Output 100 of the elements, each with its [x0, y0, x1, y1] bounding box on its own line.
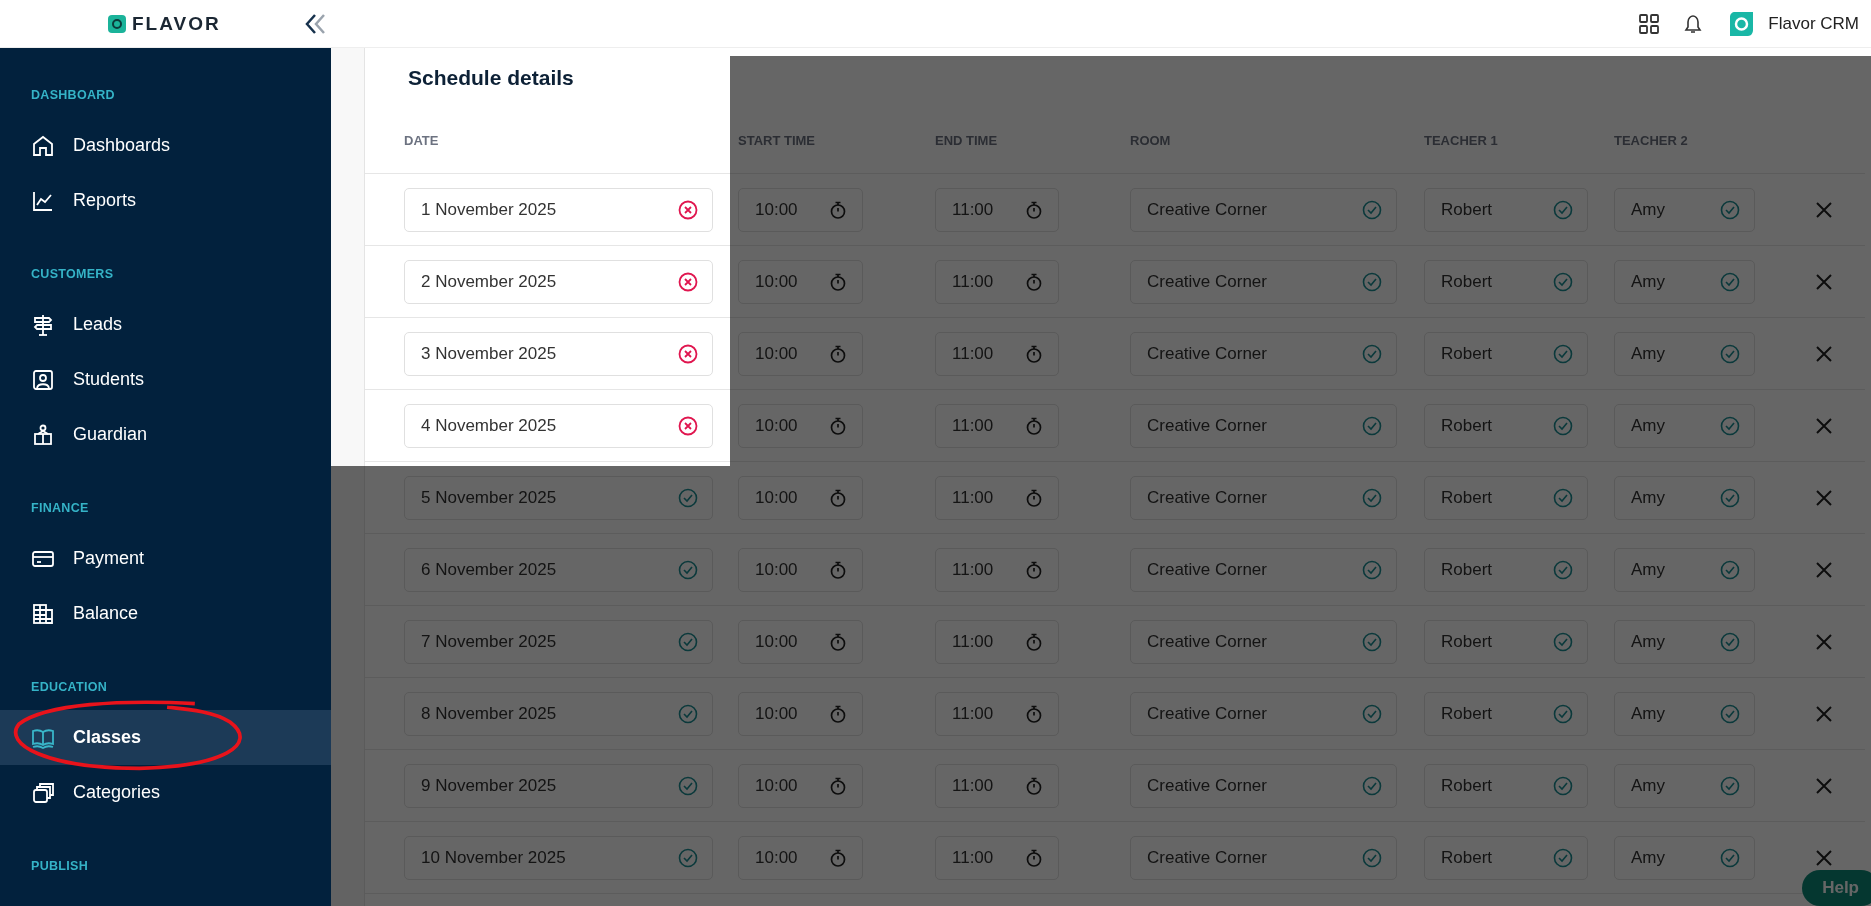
account-name[interactable]: Flavor CRM: [1768, 13, 1859, 34]
teacher-select[interactable]: Amy: [1614, 547, 1755, 592]
teacher-select[interactable]: Robert: [1424, 763, 1588, 808]
sidebar-item[interactable]: Leads: [0, 297, 331, 352]
room-select[interactable]: Creative Corner: [1130, 619, 1397, 664]
date-field[interactable]: 5 November 2025: [404, 475, 713, 520]
room-select[interactable]: Creative Corner: [1130, 835, 1397, 880]
check-circle-icon: [678, 631, 698, 652]
teacher-select[interactable]: Amy: [1614, 187, 1755, 232]
teacher-select[interactable]: Robert: [1424, 619, 1588, 664]
check-circle-icon: [1553, 847, 1573, 868]
time-field[interactable]: 11:00: [935, 547, 1059, 592]
teacher-select[interactable]: Robert: [1424, 547, 1588, 592]
room-select[interactable]: Creative Corner: [1130, 187, 1397, 232]
check-circle-icon: [1362, 703, 1382, 724]
time-field[interactable]: 10:00: [738, 331, 863, 376]
check-circle-icon: [1362, 631, 1382, 652]
close-icon[interactable]: [1815, 344, 1833, 363]
time-field[interactable]: 10:00: [738, 691, 863, 736]
teacher-select[interactable]: Amy: [1614, 619, 1755, 664]
time-field[interactable]: 11:00: [935, 691, 1059, 736]
column-header: END TIME: [935, 133, 998, 148]
teacher-select[interactable]: Amy: [1614, 691, 1755, 736]
date-field[interactable]: 2 November 2025: [404, 259, 713, 304]
date-field[interactable]: 10 November 2025: [404, 835, 713, 880]
date-field[interactable]: 4 November 2025: [404, 403, 713, 448]
sidebar-item[interactable]: Payment: [0, 531, 331, 586]
room-select[interactable]: Creative Corner: [1130, 547, 1397, 592]
close-icon[interactable]: [1815, 560, 1833, 579]
sidebar-item[interactable]: Guardian: [0, 407, 331, 462]
teacher-select[interactable]: Amy: [1614, 475, 1755, 520]
teacher-select[interactable]: Amy: [1614, 403, 1755, 448]
close-icon[interactable]: [1815, 488, 1833, 507]
time-field[interactable]: 11:00: [935, 619, 1059, 664]
close-icon[interactable]: [1815, 848, 1833, 867]
close-icon[interactable]: [1815, 416, 1833, 435]
date-field[interactable]: 9 November 2025: [404, 763, 713, 808]
time-field[interactable]: 10:00: [738, 619, 863, 664]
time-field[interactable]: 10:00: [738, 475, 863, 520]
time-field[interactable]: 10:00: [738, 187, 863, 232]
room-select[interactable]: Creative Corner: [1130, 403, 1397, 448]
teacher-select[interactable]: Robert: [1424, 691, 1588, 736]
time-field[interactable]: 10:00: [738, 259, 863, 304]
stopwatch-icon: [1024, 487, 1044, 508]
room-select[interactable]: Creative Corner: [1130, 331, 1397, 376]
time-field[interactable]: 10:00: [738, 403, 863, 448]
sidebar-item[interactable]: Balance: [0, 586, 331, 641]
close-icon[interactable]: [1815, 272, 1833, 291]
room-select[interactable]: Creative Corner: [1130, 259, 1397, 304]
sidebar-item[interactable]: Dashboards: [0, 118, 331, 173]
check-circle-icon: [678, 559, 698, 580]
check-circle-icon: [1362, 775, 1382, 796]
time-field[interactable]: 11:00: [935, 259, 1059, 304]
teacher-select[interactable]: Amy: [1614, 835, 1755, 880]
date-field[interactable]: 7 November 2025: [404, 619, 713, 664]
close-icon[interactable]: [1815, 200, 1833, 219]
time-field[interactable]: 11:00: [935, 403, 1059, 448]
grid-icon[interactable]: [1638, 12, 1661, 35]
stopwatch-icon: [1024, 199, 1044, 220]
teacher-select[interactable]: Robert: [1424, 403, 1588, 448]
date-field[interactable]: 8 November 2025: [404, 691, 713, 736]
close-icon[interactable]: [1815, 632, 1833, 651]
check-circle-icon: [1362, 487, 1382, 508]
signpost-icon: [31, 312, 55, 337]
teacher-select[interactable]: Amy: [1614, 259, 1755, 304]
time-field[interactable]: 11:00: [935, 763, 1059, 808]
stopwatch-icon: [1024, 847, 1044, 868]
help-button[interactable]: Help: [1802, 870, 1871, 906]
teacher-select[interactable]: Amy: [1614, 763, 1755, 808]
teacher-select[interactable]: Robert: [1424, 835, 1588, 880]
time-field[interactable]: 11:00: [935, 475, 1059, 520]
room-select[interactable]: Creative Corner: [1130, 475, 1397, 520]
people-icon: [31, 422, 55, 447]
teacher-select[interactable]: Robert: [1424, 331, 1588, 376]
teacher-select[interactable]: Amy: [1614, 331, 1755, 376]
column-header: START TIME: [738, 133, 816, 148]
teacher-select[interactable]: Robert: [1424, 259, 1588, 304]
column-header: DATE: [404, 133, 439, 148]
close-icon[interactable]: [1815, 704, 1833, 723]
time-field[interactable]: 11:00: [935, 835, 1059, 880]
room-select[interactable]: Creative Corner: [1130, 763, 1397, 808]
sidebar-item[interactable]: Categories: [0, 765, 331, 820]
time-field[interactable]: 11:00: [935, 331, 1059, 376]
room-select[interactable]: Creative Corner: [1130, 691, 1397, 736]
sidebar-item[interactable]: Reports: [0, 173, 331, 228]
teacher-select[interactable]: Robert: [1424, 187, 1588, 232]
stopwatch-icon: [828, 559, 848, 580]
time-field[interactable]: 11:00: [935, 187, 1059, 232]
close-icon[interactable]: [1815, 776, 1833, 795]
teacher-select[interactable]: Robert: [1424, 475, 1588, 520]
date-field[interactable]: 6 November 2025: [404, 547, 713, 592]
sidebar-item[interactable]: Students: [0, 352, 331, 407]
date-field[interactable]: 1 November 2025: [404, 187, 713, 232]
time-field[interactable]: 10:00: [738, 763, 863, 808]
time-field[interactable]: 10:00: [738, 835, 863, 880]
time-field[interactable]: 10:00: [738, 547, 863, 592]
date-field[interactable]: 3 November 2025: [404, 331, 713, 376]
sidebar-item[interactable]: Classes: [0, 710, 331, 765]
check-circle-icon: [1553, 559, 1573, 580]
check-circle-icon: [1362, 199, 1382, 220]
